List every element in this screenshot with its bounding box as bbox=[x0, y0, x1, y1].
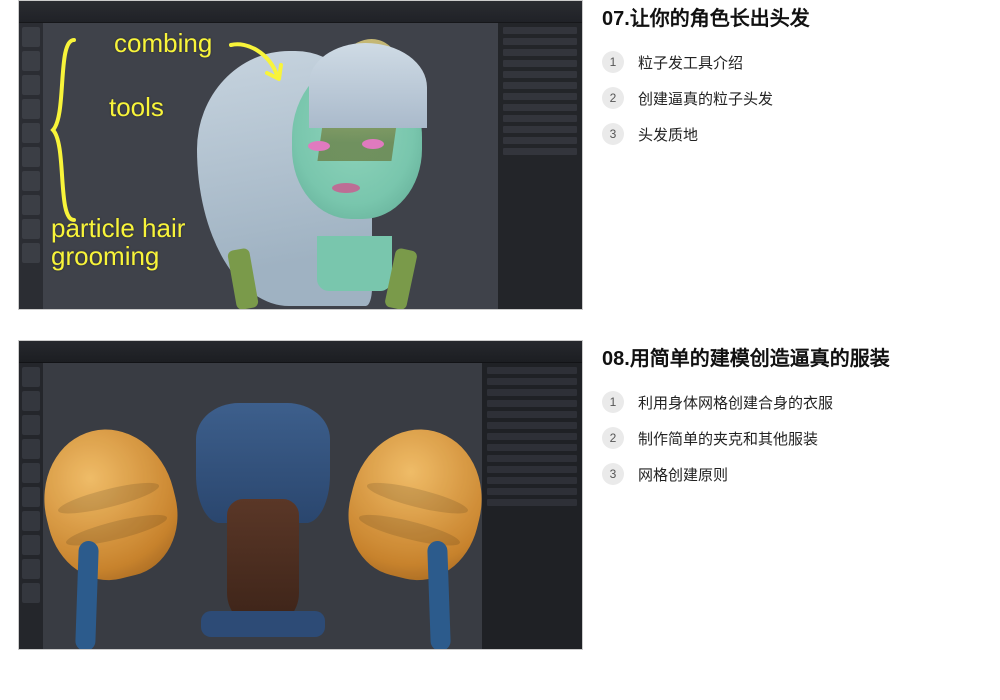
blender-toolbar bbox=[19, 363, 43, 649]
blender-viewport bbox=[43, 363, 482, 649]
section-08-thumbnail bbox=[18, 340, 583, 650]
blender-properties-panel bbox=[498, 23, 582, 309]
item-number-badge: 1 bbox=[602, 391, 624, 413]
item-number-badge: 2 bbox=[602, 427, 624, 449]
section-07-text: 07.让你的角色长出头发 1 粒子发工具介绍 2 创建逼真的粒子头发 3 头发质… bbox=[602, 0, 982, 145]
list-item: 3 头发质地 bbox=[602, 123, 982, 145]
item-number-badge: 3 bbox=[602, 123, 624, 145]
item-number-badge: 3 bbox=[602, 463, 624, 485]
section-title: 用简单的建模创造逼真的服装 bbox=[630, 348, 890, 370]
section-07-list: 1 粒子发工具介绍 2 创建逼真的粒子头发 3 头发质地 bbox=[602, 51, 982, 145]
blender-toolbar bbox=[19, 23, 43, 309]
item-number-badge: 1 bbox=[602, 51, 624, 73]
item-label: 粒子发工具介绍 bbox=[638, 52, 743, 73]
blender-topbar bbox=[19, 341, 582, 363]
arrow-annotation bbox=[227, 37, 289, 89]
list-item: 1 粒子发工具介绍 bbox=[602, 51, 982, 73]
item-label: 网格创建原则 bbox=[638, 464, 728, 485]
section-08-heading: 08.用简单的建模创造逼真的服装 bbox=[602, 342, 982, 371]
annotation-particle: particle hair grooming bbox=[51, 214, 185, 271]
jacket-sleeve-left bbox=[28, 416, 190, 593]
blender-properties-panel bbox=[482, 363, 582, 649]
annotation-tools: tools bbox=[109, 93, 164, 122]
character-torso bbox=[173, 403, 353, 648]
section-08-text: 08.用简单的建模创造逼真的服装 1 利用身体网格创建合身的衣服 2 制作简单的… bbox=[602, 340, 982, 485]
section-title: 让你的角色长出头发 bbox=[630, 8, 810, 30]
section-07-row: combing tools particle hair grooming 07.… bbox=[18, 0, 982, 310]
section-number: 07 bbox=[602, 8, 624, 30]
arm-right bbox=[427, 541, 451, 650]
arm-left bbox=[75, 541, 99, 650]
jacket-sleeve-right bbox=[334, 416, 496, 593]
shoulder-straps bbox=[202, 254, 432, 309]
section-number: 08 bbox=[602, 348, 624, 370]
section-08-list: 1 利用身体网格创建合身的衣服 2 制作简单的夹克和其他服装 3 网格创建原则 bbox=[602, 391, 982, 485]
annotation-combing: combing bbox=[114, 29, 212, 58]
list-item: 2 创建逼真的粒子头发 bbox=[602, 87, 982, 109]
section-08-row: 08.用简单的建模创造逼真的服装 1 利用身体网格创建合身的衣服 2 制作简单的… bbox=[18, 340, 982, 650]
section-07-heading: 07.让你的角色长出头发 bbox=[602, 2, 982, 31]
item-label: 创建逼真的粒子头发 bbox=[638, 88, 773, 109]
item-label: 头发质地 bbox=[638, 124, 698, 145]
brace-annotation bbox=[49, 35, 79, 225]
blender-topbar bbox=[19, 1, 582, 23]
item-label: 制作简单的夹克和其他服装 bbox=[638, 428, 818, 449]
item-number-badge: 2 bbox=[602, 87, 624, 109]
list-item: 1 利用身体网格创建合身的衣服 bbox=[602, 391, 982, 413]
list-item: 3 网格创建原则 bbox=[602, 463, 982, 485]
list-item: 2 制作简单的夹克和其他服装 bbox=[602, 427, 982, 449]
section-07-thumbnail: combing tools particle hair grooming bbox=[18, 0, 583, 310]
item-label: 利用身体网格创建合身的衣服 bbox=[638, 392, 833, 413]
